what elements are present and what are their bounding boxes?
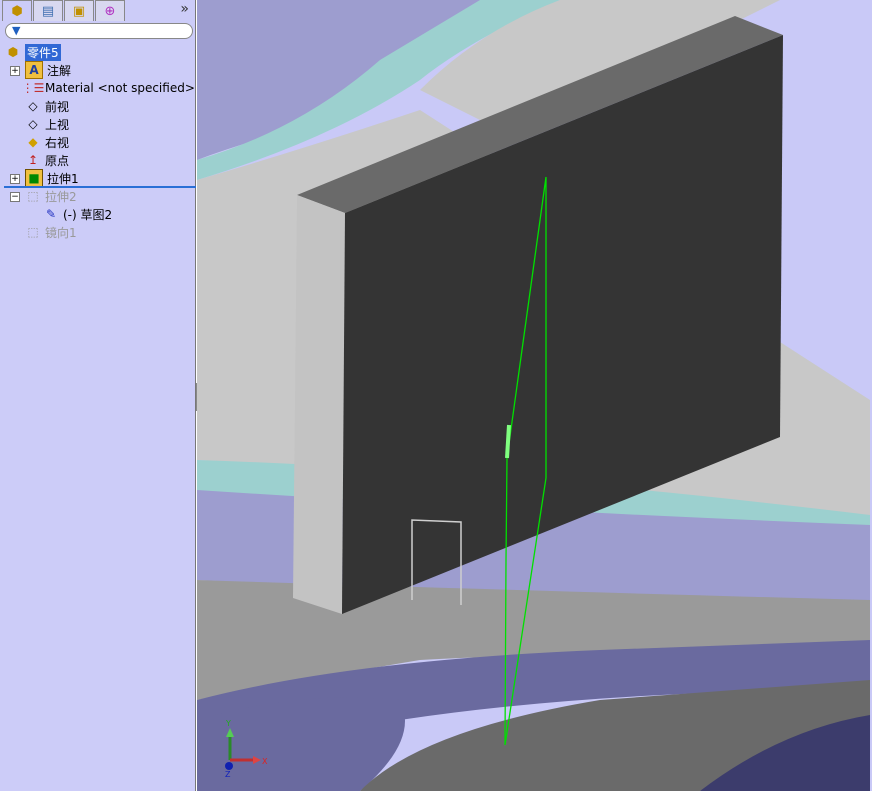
tree-item-material[interactable]: ⋮☰ Material <not specified> bbox=[21, 79, 195, 97]
configuration-manager-icon: ▣ bbox=[72, 3, 86, 19]
origin-icon: ↥ bbox=[27, 153, 39, 167]
tree-item-mirror1[interactable]: ⬚ 镜向1 bbox=[25, 223, 76, 241]
panel-tabs: ⬢ ▤ ▣ ⊕ bbox=[2, 0, 126, 21]
expand-panel-button[interactable]: » bbox=[180, 1, 189, 17]
expand-toggle[interactable]: + bbox=[10, 174, 20, 184]
property-manager-icon: ▤ bbox=[41, 3, 55, 19]
extrude-icon: ■ bbox=[25, 169, 43, 187]
tree-item-right-plane[interactable]: ◆ 右视 bbox=[25, 133, 69, 151]
dimxpert-tab[interactable]: ⊕ bbox=[95, 0, 125, 21]
tree-item-annotations[interactable]: A 注解 bbox=[25, 61, 71, 79]
tree-item-top-plane[interactable]: ◇ 上视 bbox=[25, 115, 69, 133]
feature-manager-icon: ⬢ bbox=[11, 3, 23, 19]
tree-filter-input[interactable]: ▼ bbox=[5, 23, 193, 39]
tree-root[interactable]: ⬢ 零件5 bbox=[5, 43, 61, 61]
part-icon: ⬢ bbox=[7, 45, 19, 59]
plane-icon: ◆ bbox=[28, 135, 38, 149]
configuration-manager-tab[interactable]: ▣ bbox=[64, 0, 94, 21]
dimxpert-icon: ⊕ bbox=[104, 3, 116, 19]
triad-z-axis bbox=[225, 762, 233, 770]
feature-manager-panel: ⬢ ▤ ▣ ⊕ » ▼ ⬢ 零件5 + A 注解 ⋮☰ Material <not … bbox=[0, 0, 196, 791]
plane-icon: ◇ bbox=[28, 117, 38, 131]
box-side-face bbox=[293, 195, 345, 614]
annotations-folder-icon: A bbox=[25, 61, 43, 79]
feature-manager-tab[interactable]: ⬢ bbox=[2, 0, 32, 21]
expand-toggle[interactable]: + bbox=[10, 66, 20, 76]
tree-item-origin[interactable]: ↥ 原点 bbox=[25, 151, 69, 169]
extrude-icon: ⬚ bbox=[27, 189, 39, 203]
triad-y-label: Y bbox=[225, 719, 231, 728]
mirror-icon: ⬚ bbox=[27, 225, 39, 239]
tree-item-front-plane[interactable]: ◇ 前视 bbox=[25, 97, 69, 115]
tree-item-sketch2[interactable]: ✎ (-) 草图2 bbox=[43, 205, 112, 223]
tree-item-extrude1[interactable]: ■ 拉伸1 bbox=[25, 169, 79, 187]
triad-x-label: X bbox=[262, 757, 268, 766]
property-manager-tab[interactable]: ▤ bbox=[33, 0, 63, 21]
plane-icon: ◇ bbox=[28, 99, 38, 113]
tree-item-extrude2[interactable]: ⬚ 拉伸2 bbox=[25, 187, 76, 205]
collapse-toggle[interactable]: − bbox=[10, 192, 20, 202]
graphics-viewport[interactable]: Y X Z bbox=[197, 0, 872, 791]
material-icon: ⋮☰ bbox=[21, 81, 45, 95]
part-name: 零件5 bbox=[25, 43, 61, 61]
sketch-selected-segment[interactable] bbox=[505, 424, 511, 459]
sketch-icon: ✎ bbox=[45, 207, 57, 221]
filter-icon: ▼ bbox=[12, 24, 21, 37]
triad-z-label: Z bbox=[225, 770, 231, 779]
